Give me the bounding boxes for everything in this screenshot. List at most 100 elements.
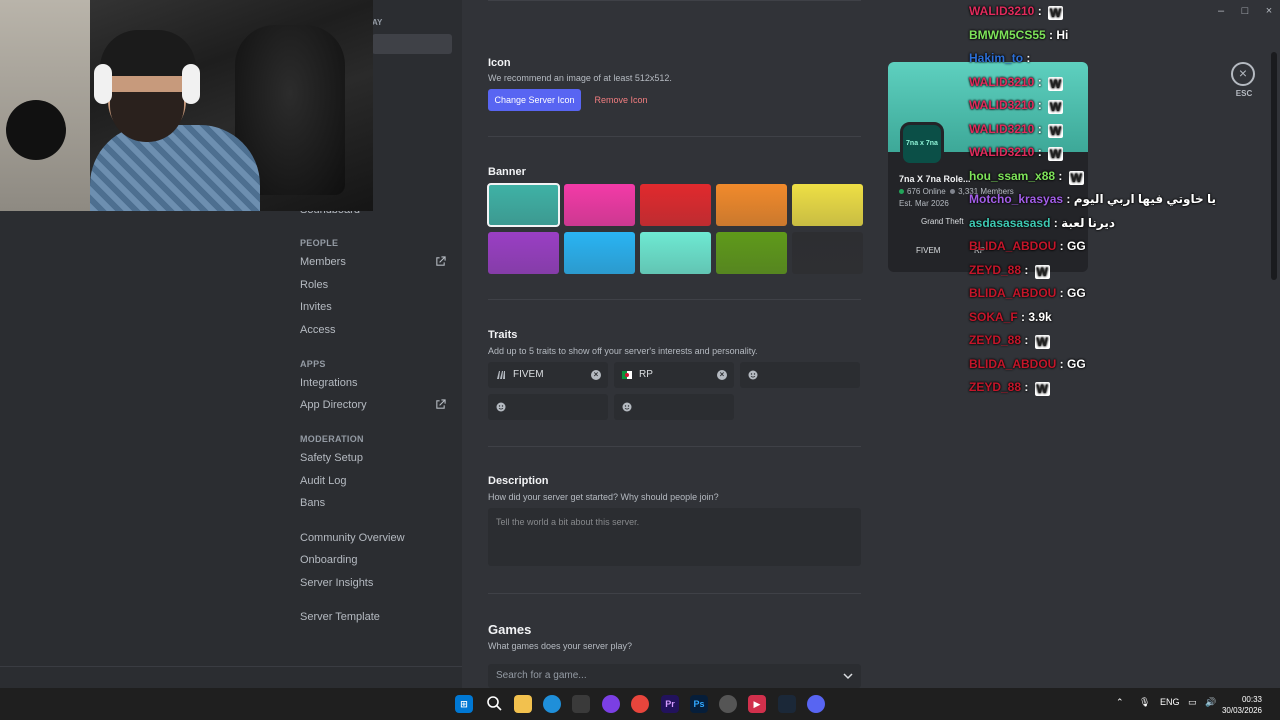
banner-color-swatch[interactable] [792, 184, 863, 226]
headset-right [182, 64, 200, 104]
fivem-icon [497, 371, 505, 379]
sidebar-item-audit-log[interactable]: Audit Log [292, 470, 452, 492]
chat-username: BLIDA_ABDOU [969, 239, 1057, 253]
sidebar-item-bans[interactable]: Bans [292, 492, 452, 514]
game-search-placeholder: Search for a game... [496, 670, 587, 681]
obs-icon[interactable] [719, 695, 737, 713]
chat-separator: : [1021, 380, 1032, 394]
chat-message: BLIDA_ABDOU : GG [969, 286, 1086, 300]
banner-color-swatch[interactable] [640, 184, 711, 226]
server-profile-content: Icon We recommend an image of at least 5… [462, 0, 1280, 688]
sidebar-selected-item[interactable] [372, 34, 452, 54]
chat-text: Hi [1056, 27, 1069, 42]
chat-separator: : [1050, 215, 1062, 230]
chat-separator: : [1034, 98, 1046, 112]
sidebar-divider [0, 666, 462, 667]
search-icon[interactable] [485, 695, 503, 713]
banner-color-swatch[interactable] [487, 183, 560, 227]
banner-color-swatch[interactable] [716, 232, 787, 274]
discord-icon[interactable] [807, 695, 825, 713]
close-settings-button[interactable]: × ESC [1231, 62, 1257, 102]
language-indicator[interactable]: ENG [1160, 697, 1180, 707]
banner-color-swatch[interactable] [488, 232, 559, 274]
chat-text: ديرنا لعبة [1061, 215, 1116, 230]
sidebar-item-onboarding[interactable]: Onboarding [292, 549, 452, 571]
banner-color-swatch[interactable] [716, 184, 787, 226]
remove-icon-button[interactable]: Remove Icon [589, 89, 653, 111]
sidebar-item-roles[interactable]: Roles [292, 274, 452, 296]
premiere-icon[interactable]: Pr [661, 695, 679, 713]
trait-empty-slot[interactable] [614, 394, 734, 420]
remove-trait-icon[interactable]: × [591, 370, 601, 380]
chrome-icon[interactable] [631, 695, 649, 713]
chevron-up-icon[interactable]: ⌃ [1116, 697, 1124, 708]
sidebar-item-server-template[interactable]: Server Template [292, 606, 452, 628]
description-section-subtitle: How did your server get started? Why sho… [488, 492, 719, 502]
remove-trait-icon[interactable]: × [717, 370, 727, 380]
steam-icon[interactable] [778, 695, 796, 713]
algeria-flag-icon [622, 371, 632, 379]
volume-icon[interactable]: 🔊 [1205, 697, 1216, 708]
sidebar-item-safety-setup[interactable]: Safety Setup [292, 447, 452, 469]
sidebar-item-server-insights[interactable]: Server Insights [292, 572, 452, 594]
edge-icon[interactable] [543, 695, 561, 713]
windows-taskbar: ⊞ Pr Ps ▶ ⌃ 🎙 ENG ▭ 🔊 00:33 30/03/2026 [0, 688, 1280, 720]
sidebar-item-app-directory[interactable]: App Directory [292, 394, 452, 416]
microphone [6, 100, 66, 160]
chat-message: ZEYD_88 : W [969, 333, 1050, 349]
external-link-icon [436, 399, 446, 409]
chat-text: 3.9k [1028, 309, 1052, 324]
trait-rp[interactable]: RP × [614, 362, 734, 388]
sidebar-item-access[interactable]: Access [292, 319, 452, 341]
trait-fivem[interactable]: FIVEM × [488, 362, 608, 388]
chat-separator: : [1056, 286, 1068, 300]
sidebar-item-integrations[interactable]: Integrations [292, 372, 452, 394]
chat-message: Motcho_krasyas : يا خاوتي فيها اربي اليو… [969, 192, 1216, 206]
chat-username: WALID3210 [969, 145, 1035, 159]
sidebar-item-invites[interactable]: Invites [292, 296, 452, 318]
chat-username: BLIDA_ABDOU [969, 286, 1057, 300]
scrollbar[interactable] [1271, 52, 1277, 280]
chat-separator: : [1034, 145, 1046, 159]
trait-label: FIVEM [513, 369, 544, 380]
photoshop-icon[interactable]: Ps [690, 695, 708, 713]
chat-separator: : [1055, 168, 1066, 183]
microphone-icon[interactable]: 🎙 [1139, 697, 1150, 708]
chat-username: Hakim_to [969, 51, 1024, 65]
esc-label: ESC [1235, 89, 1253, 98]
window-close-icon[interactable]: × [1262, 4, 1276, 18]
chat-username: hou_ssam_x88 [969, 168, 1056, 183]
media-player-icon[interactable]: ▶ [748, 695, 766, 713]
banner-color-swatch[interactable] [640, 232, 711, 274]
description-textarea[interactable]: Tell the world a bit about this server. [488, 508, 861, 566]
maximize-icon[interactable]: □ [1238, 4, 1252, 18]
file-explorer-icon[interactable] [514, 695, 532, 713]
chat-message: ZEYD_88 : W [969, 380, 1050, 396]
preview-established: Est. Mar 2026 [899, 199, 949, 208]
sidebar-header-apps: APPS [300, 359, 326, 369]
sidebar-item-community-overview[interactable]: Community Overview [292, 527, 452, 549]
sidebar-item-members[interactable]: Members [292, 251, 452, 273]
banner-color-swatch[interactable] [564, 232, 635, 274]
store-icon[interactable] [572, 695, 590, 713]
twitch-icon[interactable] [602, 695, 620, 713]
display-icon[interactable]: ▭ [1188, 697, 1197, 708]
chat-username: WALID3210 [969, 74, 1035, 89]
w-emote-icon: W [1034, 264, 1050, 279]
online-dot-icon [899, 189, 904, 194]
system-clock[interactable]: 00:33 30/03/2026 [1222, 694, 1262, 716]
traits-section-subtitle: Add up to 5 traits to show off your serv… [488, 346, 758, 356]
windows-start-icon[interactable]: ⊞ [455, 695, 473, 713]
trait-empty-slot[interactable] [488, 394, 608, 420]
change-server-icon-button[interactable]: Change Server Icon [488, 89, 581, 111]
minimize-icon[interactable]: – [1214, 4, 1228, 18]
banner-color-swatch[interactable] [564, 184, 635, 226]
close-icon[interactable]: × [1231, 62, 1255, 86]
trait-empty-slot[interactable] [740, 362, 860, 388]
server-logo: 7na x 7na [900, 122, 944, 166]
banner-color-swatch[interactable] [792, 232, 863, 274]
game-search-select[interactable]: Search for a game... [488, 664, 861, 688]
preview-tag-game: Grand Theft [921, 217, 964, 226]
chat-username: BMWM5CS55 [969, 27, 1046, 42]
chat-separator: : [1034, 121, 1046, 136]
